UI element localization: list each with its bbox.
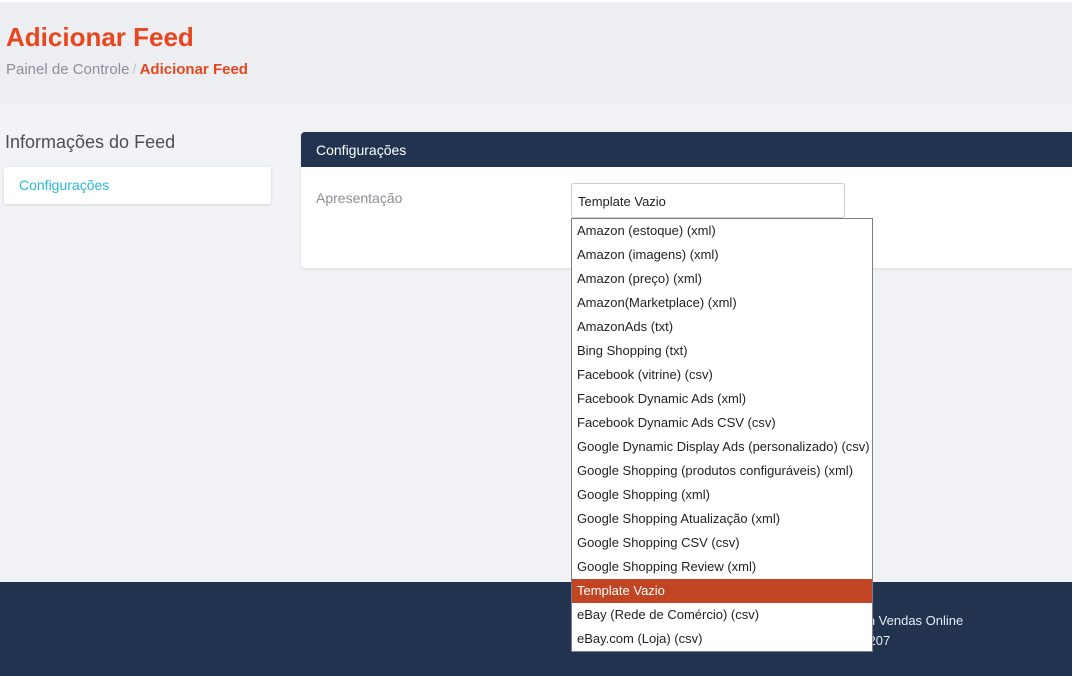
dropdown-option[interactable]: Facebook (vitrine) (csv) — [572, 363, 872, 387]
page-footer: em Vendas Online -1207 — [0, 582, 1072, 676]
sidebar-item-configuracoes[interactable]: Configurações — [4, 167, 271, 204]
breadcrumb-separator: / — [132, 61, 137, 78]
dropdown-option[interactable]: eBay.com (Loja) (csv) — [572, 627, 872, 651]
dropdown-option[interactable]: Facebook Dynamic Ads (xml) — [572, 387, 872, 411]
sidebar-title: Informações do Feed — [5, 132, 176, 152]
dropdown-option[interactable]: Google Shopping Review (xml) — [572, 555, 872, 579]
dropdown-option[interactable]: AmazonAds (txt) — [572, 315, 872, 339]
dropdown-option[interactable]: Google Dynamic Display Ads (personalizad… — [572, 435, 872, 459]
sidebar-item-label: Configurações — [19, 177, 110, 193]
apresentacao-label: Apresentação — [316, 190, 403, 206]
breadcrumb-current: Adicionar Feed — [139, 61, 248, 78]
dropdown-option[interactable]: Google Shopping Atualização (xml) — [572, 507, 872, 531]
dropdown-option[interactable]: Google Shopping (produtos configuráveis)… — [572, 459, 872, 483]
dropdown-option[interactable]: Google Shopping (xml) — [572, 483, 872, 507]
dropdown-option[interactable]: Facebook Dynamic Ads CSV (csv) — [572, 411, 872, 435]
dropdown-option[interactable]: Amazon (preço) (xml) — [572, 267, 872, 291]
panel-header: Configurações — [301, 132, 1072, 167]
apresentacao-dropdown-list[interactable]: Amazon (estoque) (xml) Amazon (imagens) (… — [571, 218, 873, 652]
page-header: Adicionar Feed Painel de Controle / Adicio… — [0, 0, 1072, 103]
apresentacao-select-value: Template Vazio — [578, 194, 666, 209]
dropdown-option[interactable]: Amazon(Marketplace) (xml) — [572, 291, 872, 315]
page-title: Adicionar Feed — [6, 22, 194, 52]
dropdown-option[interactable]: eBay (Rede de Comércio) (csv) — [572, 603, 872, 627]
dropdown-option[interactable]: Amazon (estoque) (xml) — [572, 219, 872, 243]
dropdown-option[interactable]: Amazon (imagens) (xml) — [572, 243, 872, 267]
main-content: Informações do Feed Configurações Config… — [0, 103, 1072, 582]
dropdown-option[interactable]: Bing Shopping (txt) — [572, 339, 872, 363]
dropdown-option[interactable]: Google Shopping CSV (csv) — [572, 531, 872, 555]
dropdown-option[interactable]: Template Vazio — [572, 579, 872, 603]
panel-title: Configurações — [316, 142, 407, 158]
breadcrumb: Painel de Controle / Adicionar Feed — [6, 61, 248, 78]
apresentacao-select[interactable]: Template Vazio — [571, 183, 845, 218]
breadcrumb-root-link[interactable]: Painel de Controle — [6, 61, 129, 78]
